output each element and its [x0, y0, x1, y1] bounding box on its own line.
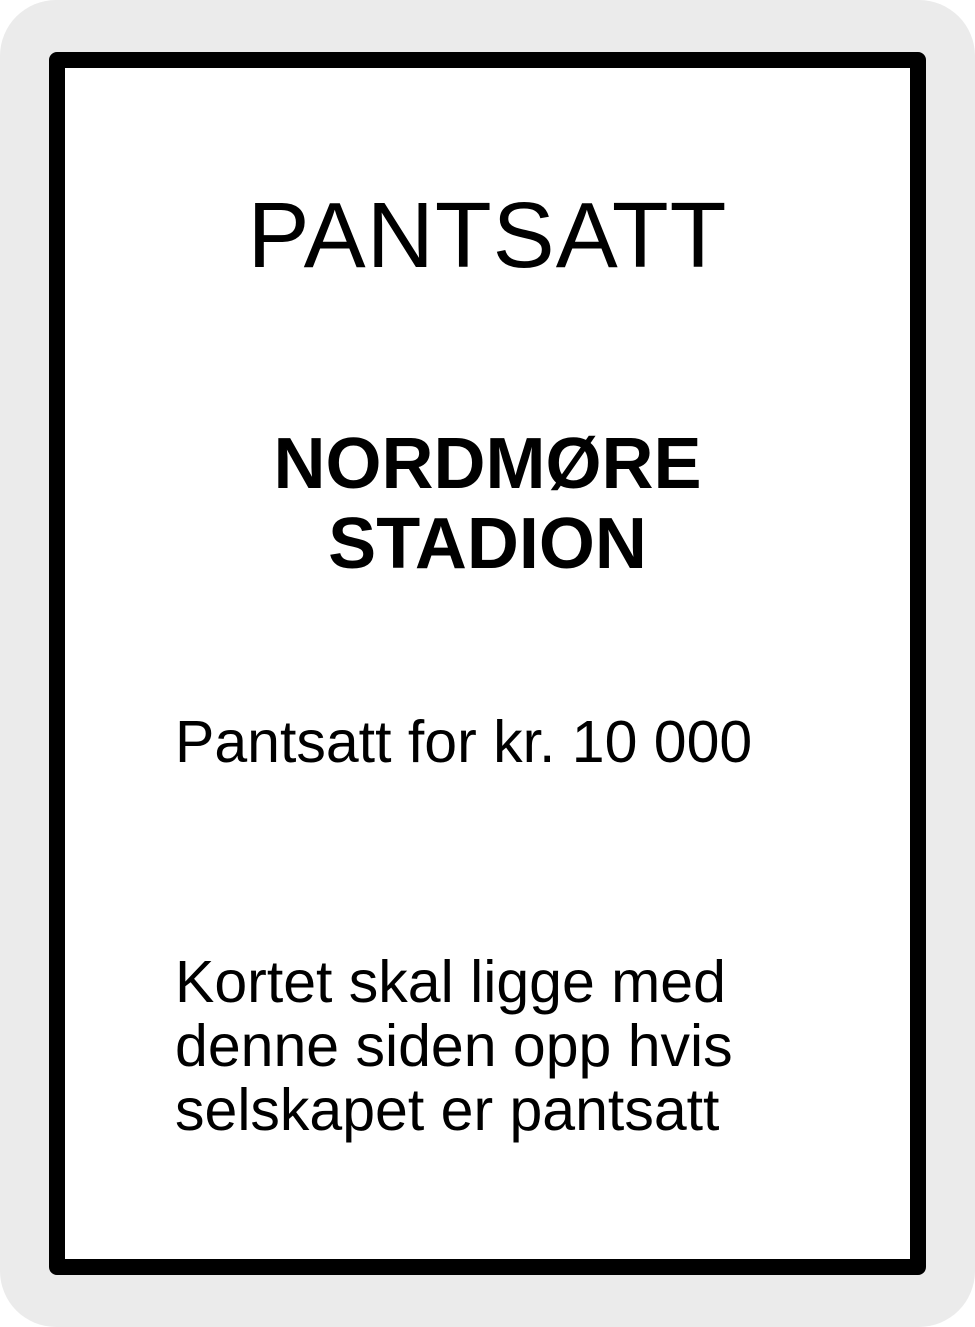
instruction-line-1: Kortet skal ligge med — [175, 949, 726, 1015]
instruction-text: Kortet skal ligge med denne siden opp hv… — [175, 950, 733, 1142]
instruction-line-2: denne siden opp hvis — [175, 1013, 733, 1079]
mortgage-card: PANTSATT NORDMØRE STADION Pantsatt for k… — [0, 0, 975, 1327]
property-name: NORDMØRE STADION — [0, 424, 975, 584]
mortgage-value-text: Pantsatt for kr. 10 000 — [175, 709, 753, 775]
instruction-line-3: selskapet er pantsatt — [175, 1077, 720, 1143]
property-name-line-1: NORDMØRE — [273, 424, 702, 504]
card-title: PANTSATT — [247, 183, 728, 287]
property-name-line-2: STADION — [328, 504, 647, 584]
